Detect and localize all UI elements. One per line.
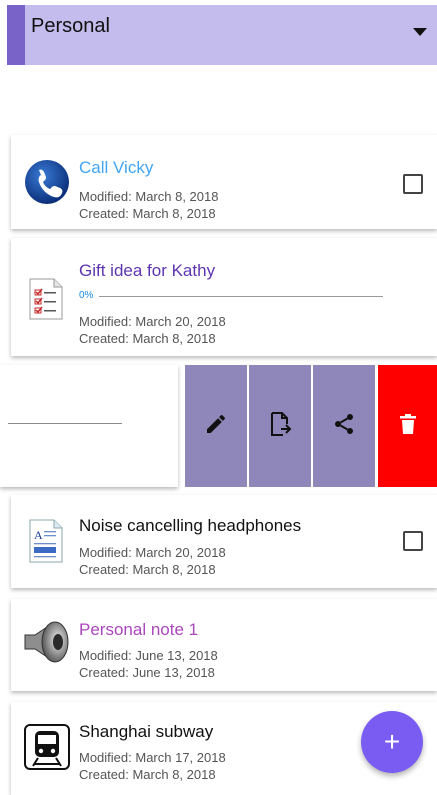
note-title: Gift idea for Kathy (79, 261, 216, 280)
note-created-date: Created: June 13, 2018 (79, 665, 215, 680)
progress-percent: 0% (79, 290, 94, 301)
edit-button[interactable] (185, 365, 247, 487)
note-modified-date: Modified: March 8, 2018 (79, 189, 219, 204)
document-icon: A (28, 519, 64, 568)
note-checkbox[interactable] (403, 174, 423, 194)
note-card-call-vicky[interactable]: Call Vicky Modified: March 8, 2018 Creat… (11, 135, 437, 229)
note-modified-date: Modified: March 20, 2018 (79, 314, 226, 329)
note-title: Noise cancelling headphones (79, 516, 302, 535)
swiped-note-card[interactable] (0, 365, 178, 487)
note-title: Shanghai subway (79, 722, 214, 741)
delete-icon (398, 413, 418, 440)
note-title: Call Vicky (79, 158, 154, 177)
share-icon (332, 412, 356, 441)
category-dropdown[interactable]: Personal (7, 5, 437, 65)
checklist-icon (28, 278, 64, 325)
category-title: Personal (31, 15, 110, 37)
svg-text:A: A (34, 528, 43, 542)
note-card-personal-note-1[interactable]: Personal note 1 Modified: June 13, 2018 … (11, 599, 437, 691)
header-accent-bar (7, 5, 25, 65)
delete-button[interactable] (378, 365, 437, 487)
swiped-progress-bar (8, 423, 122, 424)
phone-icon (24, 159, 70, 210)
export-icon (267, 411, 293, 442)
note-created-date: Created: March 8, 2018 (79, 331, 216, 346)
export-button[interactable] (249, 365, 311, 487)
share-button[interactable] (313, 365, 375, 487)
note-modified-date: Modified: June 13, 2018 (79, 648, 218, 663)
note-title: Personal note 1 (79, 620, 199, 639)
speaker-icon (21, 617, 71, 672)
note-created-date: Created: March 8, 2018 (79, 767, 216, 782)
note-created-date: Created: March 8, 2018 (79, 206, 216, 221)
note-created-date: Created: March 8, 2018 (79, 562, 216, 577)
note-card-gift-idea[interactable]: Gift idea for Kathy 0% Modified: March 2… (11, 238, 437, 356)
subway-icon (24, 724, 70, 775)
progress-bar (99, 296, 383, 297)
note-modified-date: Modified: March 17, 2018 (79, 750, 226, 765)
add-note-button[interactable]: + (361, 711, 423, 773)
dropdown-caret-icon[interactable] (413, 28, 427, 36)
edit-icon (204, 412, 228, 441)
note-card-noise-cancelling[interactable]: A Noise cancelling headphones Modified: … (11, 495, 437, 588)
note-modified-date: Modified: March 20, 2018 (79, 545, 226, 560)
note-checkbox[interactable] (403, 531, 423, 551)
plus-icon: + (383, 726, 401, 757)
